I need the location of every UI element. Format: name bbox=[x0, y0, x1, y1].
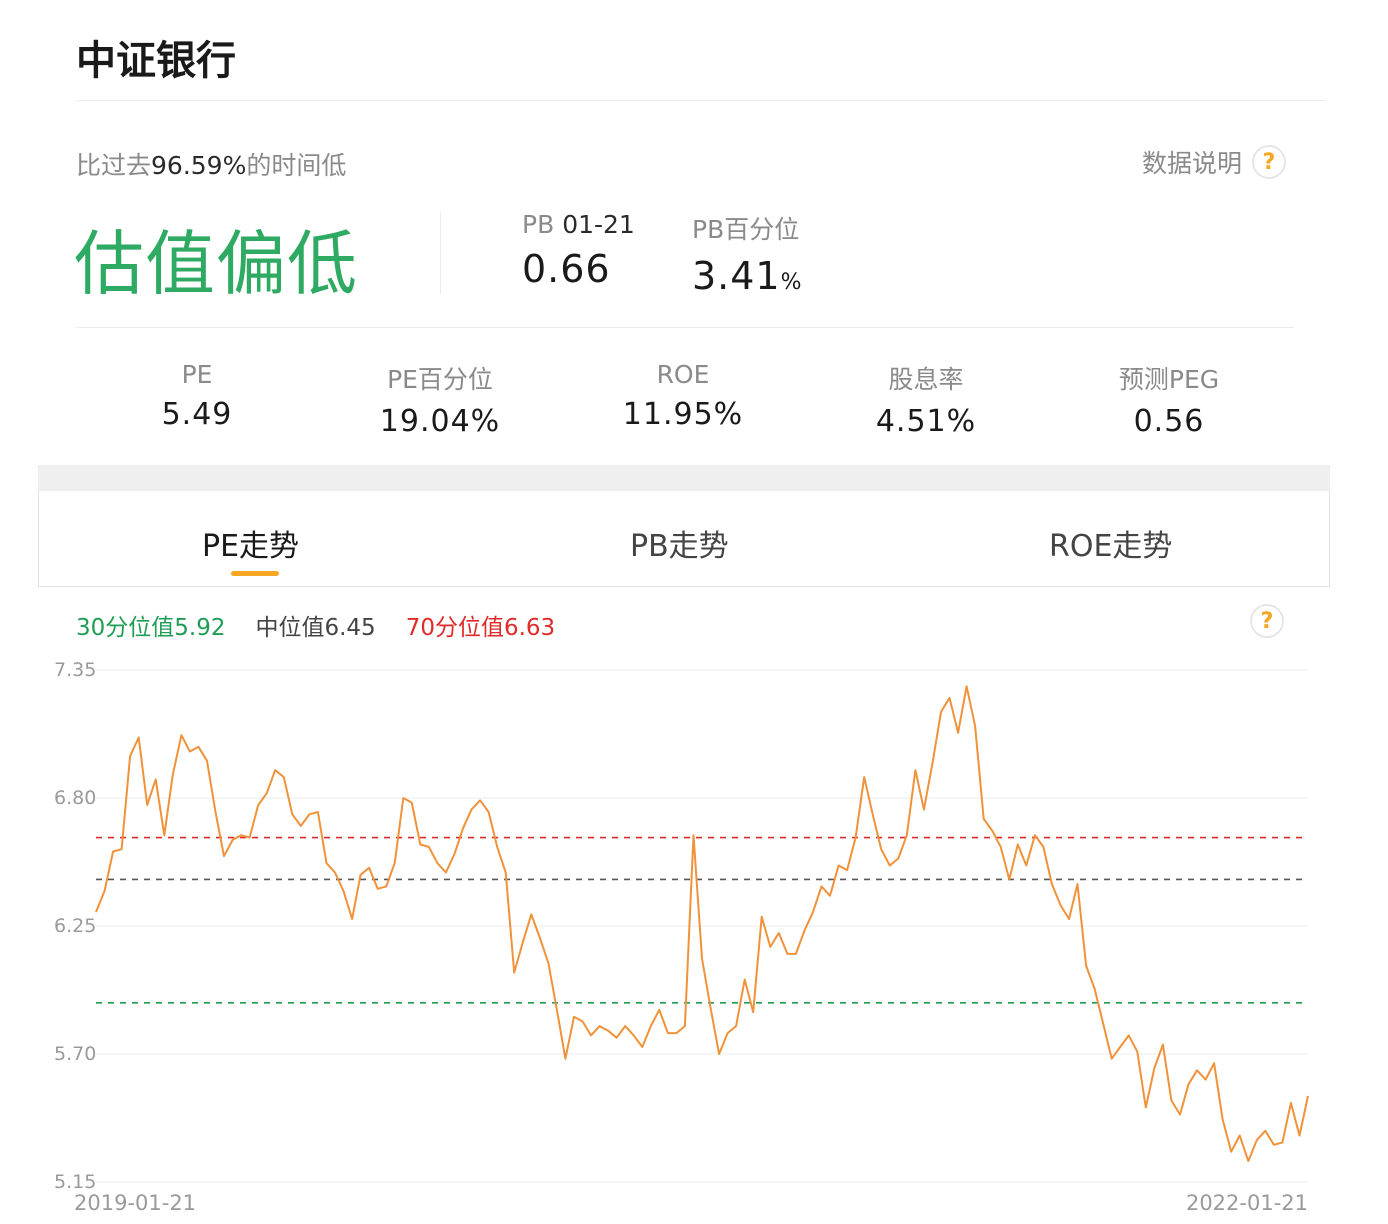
y-tick-label: 5.70 bbox=[54, 1043, 96, 1065]
x-start-label: 2019-01-21 bbox=[74, 1191, 196, 1215]
pe-series-line bbox=[95, 685, 1309, 1163]
y-tick-label: 6.80 bbox=[54, 787, 96, 809]
y-tick-label: 5.15 bbox=[54, 1171, 96, 1193]
pe-trend-chart: 7.35 6.80 6.25 5.70 5.152019-01-21 2022-01-21 bbox=[54, 659, 1309, 1215]
y-tick-label: 7.35 bbox=[54, 659, 96, 681]
y-tick-label: 6.25 bbox=[54, 915, 96, 937]
x-end-label: 2022-01-21 bbox=[1186, 1191, 1308, 1215]
